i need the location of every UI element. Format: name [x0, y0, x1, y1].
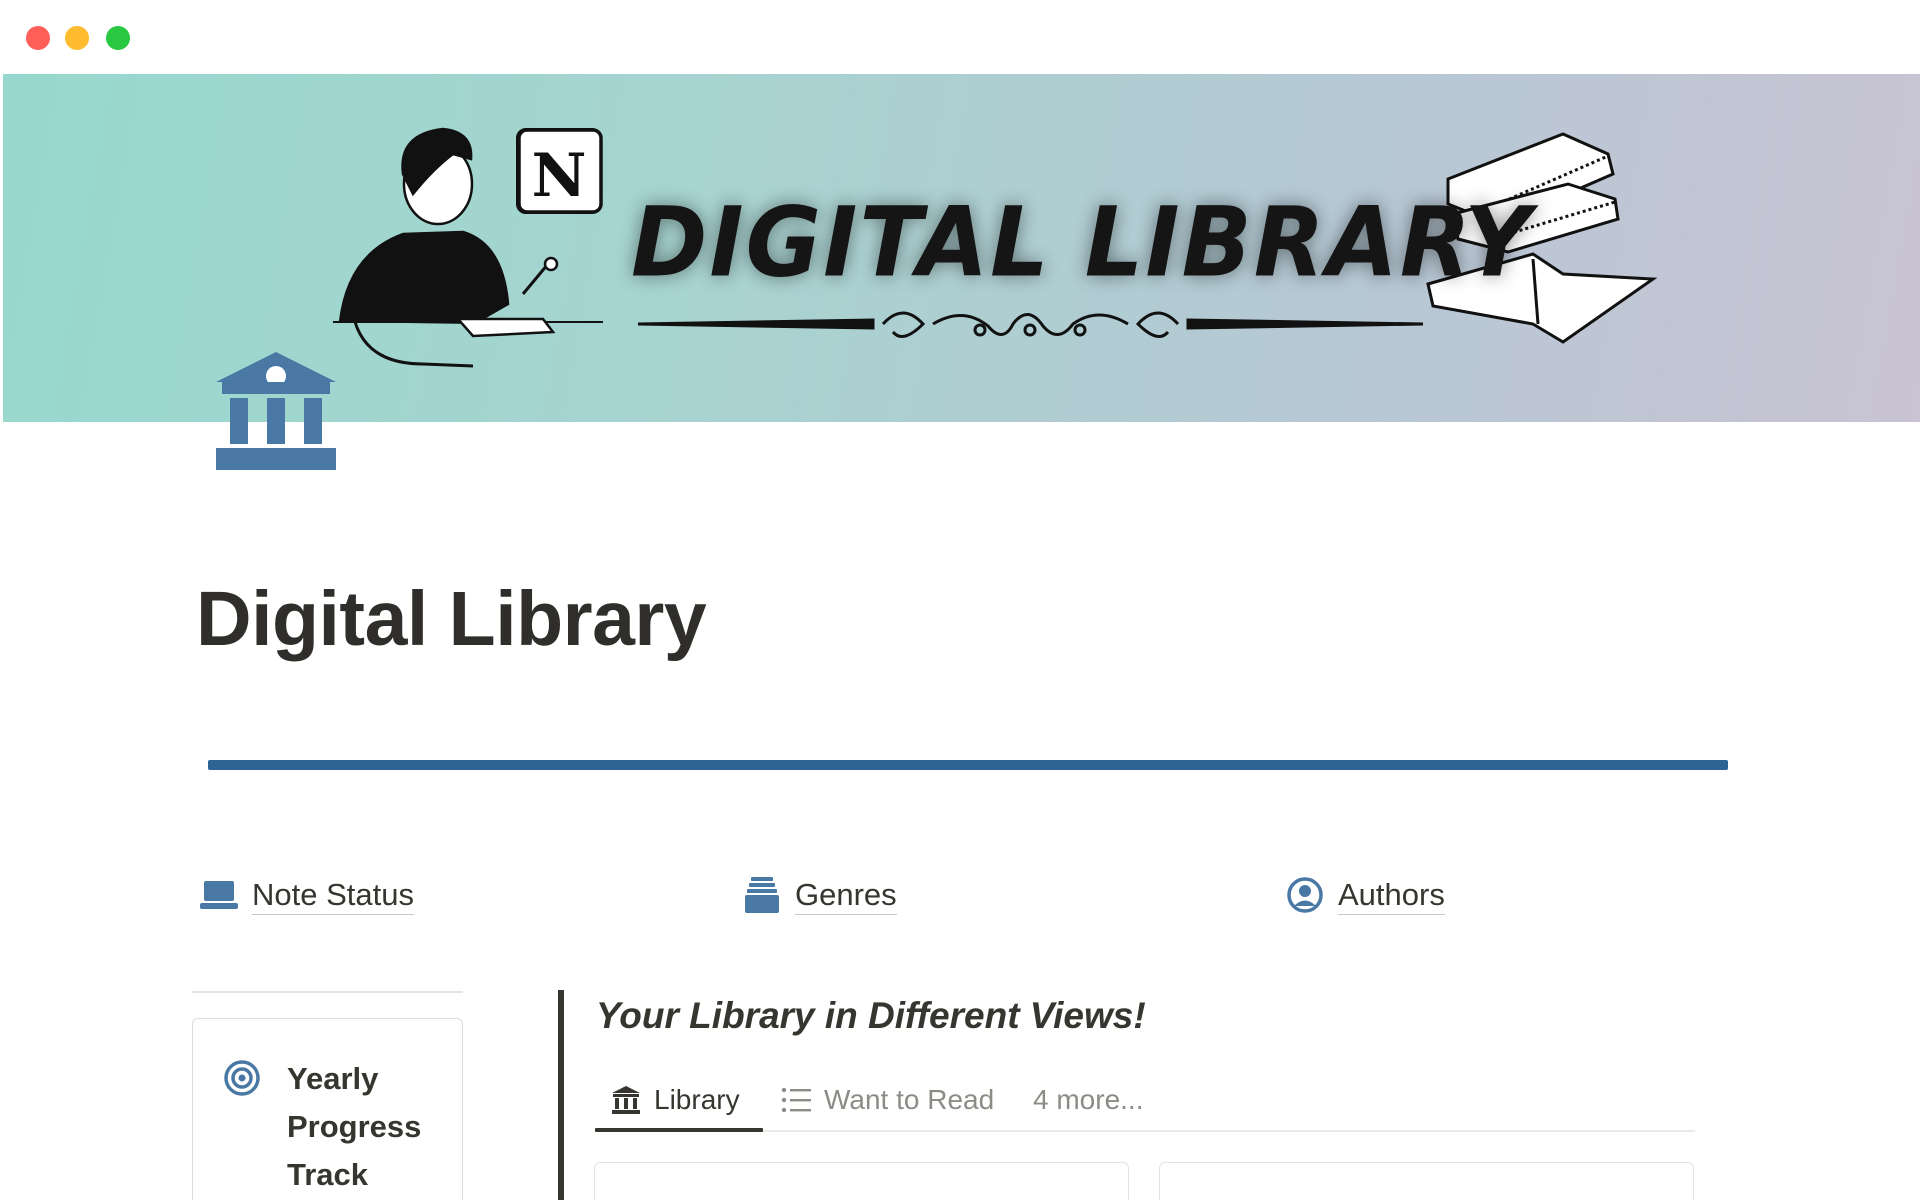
tab-library[interactable]: Library	[610, 1068, 740, 1132]
sidebar-divider	[192, 991, 463, 993]
accent-divider	[208, 760, 1728, 770]
notion-badge-letter: N	[532, 141, 587, 211]
gallery-card[interactable]	[594, 1162, 1129, 1200]
tab-more-views[interactable]: 4 more...	[1033, 1068, 1143, 1132]
laptop-icon	[200, 876, 238, 914]
progress-card-title: Yearly Progress Track	[287, 1061, 422, 1192]
link-authors[interactable]: Authors	[1286, 872, 1445, 918]
page-title[interactable]: Digital Library	[196, 575, 707, 664]
page-icon-bank-building-icon[interactable]	[216, 352, 336, 470]
tab-more-views-label: 4 more...	[1033, 1084, 1144, 1115]
progress-card[interactable]: Yearly Progress Track	[192, 1018, 463, 1200]
window-zoom-button[interactable]	[106, 26, 130, 50]
target-icon	[223, 1059, 261, 1097]
window-close-button[interactable]	[26, 26, 50, 50]
bank-building-icon	[610, 1084, 642, 1116]
bank-building-icon	[216, 352, 336, 470]
gallery-card[interactable]	[1159, 1162, 1694, 1200]
archive-drawer-icon	[743, 876, 781, 914]
views-heading: Your Library in Different Views!	[596, 995, 1146, 1036]
app-window: N DIGITAL LIBRARY Digital Library Note S…	[0, 0, 1920, 1200]
link-genres[interactable]: Genres	[743, 872, 897, 918]
link-authors-label: Authors	[1338, 876, 1445, 915]
tab-want-to-read[interactable]: Want to Read	[780, 1068, 994, 1132]
view-tabs: Library Want to Read 4 more...	[595, 1068, 1695, 1132]
link-note-status-label: Note Status	[252, 876, 414, 915]
callout-bar	[558, 990, 564, 1200]
link-note-status[interactable]: Note Status	[200, 872, 414, 918]
link-genres-label: Genres	[795, 876, 897, 915]
cover-title-text: DIGITAL LIBRARY	[631, 186, 1533, 299]
window-minimize-button[interactable]	[65, 26, 89, 50]
title-bar	[0, 0, 1920, 74]
active-tab-indicator	[595, 1128, 763, 1132]
ornament-divider	[637, 311, 1424, 338]
list-icon	[780, 1084, 812, 1116]
tab-library-label: Library	[654, 1084, 740, 1115]
tab-want-to-read-label: Want to Read	[824, 1084, 995, 1115]
user-circle-icon	[1286, 876, 1324, 914]
